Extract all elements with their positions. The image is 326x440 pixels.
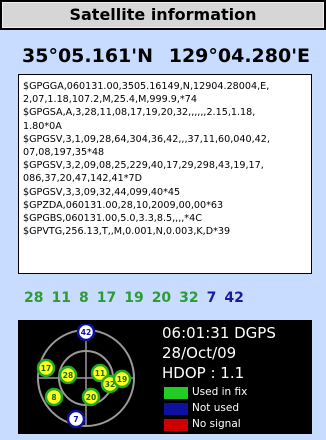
nmea-line: 07,08,197,35*48	[23, 147, 105, 159]
nmea-line: 2,07,1.18,107.2,M,25.4,M,999.9,*74	[23, 94, 197, 106]
satellite-marker-label: 17	[41, 364, 51, 373]
date-text: 28/Oct/09	[162, 344, 237, 362]
nmea-line: $GPGSV,3,1,09,28,64,304,36,42,,,37,11,60…	[23, 133, 270, 145]
satellite-info-window: Satellite information 35°05.161'N 129°04…	[0, 0, 326, 440]
satellite-marker-label: 28	[63, 371, 73, 380]
satellite-marker-label: 42	[81, 328, 91, 337]
satellite-id: 32	[179, 290, 199, 306]
satellite-marker-label: 20	[86, 393, 96, 402]
gps-status-panel: 42 17 28 11 32 19 8 20 7 06:01:31 DGPS 28/Oct/09…	[18, 320, 312, 434]
satellite-skyplot: 421728 1132198 207	[36, 324, 135, 429]
skyplot-satellite: 19	[112, 369, 132, 389]
satellite-id-list: 28 11 8 17 19 20 32 7 42	[24, 290, 252, 310]
nmea-line: $GPGSV,3,3,09,32,44,099,40*45	[23, 186, 181, 198]
nmea-line: $GPVTG,256.13,T,,M,0.001,N,0.003,K,D*39	[23, 226, 231, 238]
satellite-id: 20	[151, 290, 172, 306]
skyplot-satellite: 28	[58, 365, 78, 385]
position-readout: 35°05.161'N 129°04.280'E	[0, 40, 326, 70]
nmea-line: $GPZDA,060131.00,28,10,2009,00,00*63	[23, 199, 224, 211]
nmea-line: $GPGGA,060131.00,3505.16149,N,12904.2800…	[23, 81, 270, 92]
nmea-sentence-panel: $GPGGA,060131.00,3505.16149,N,12904.2800…	[18, 74, 312, 274]
legend-label: Used in fix	[192, 386, 248, 398]
satellite-id: 17	[96, 290, 117, 306]
legend-swatch	[164, 419, 188, 431]
satellite-marker-label: 19	[117, 375, 127, 384]
title-bar: Satellite information	[0, 0, 326, 30]
satellite-marker-label: 11	[95, 369, 105, 378]
legend-label: No signal	[192, 418, 241, 430]
satellite-id: 42	[224, 290, 244, 306]
legend-label: Not used	[192, 402, 239, 414]
hdop-text: HDOP : 1.1	[162, 364, 245, 382]
satellite-id: 19	[124, 290, 144, 306]
satellite-id: 7	[206, 290, 217, 306]
satellite-id: 11	[51, 290, 71, 306]
skyplot-satellite: 17	[36, 358, 56, 378]
nmea-line: $GPGBS,060131.00,5.0,3.3,8.5,,,,*4C	[23, 213, 202, 225]
nmea-line: 086,37,20,47,142,41*7D	[23, 173, 142, 185]
nmea-line: $GPGSV,3,2,09,08,25,229,40,17,29,298,43,…	[23, 160, 264, 172]
satellite-marker-label: 8	[51, 393, 56, 402]
skyplot-satellite: 8	[44, 387, 64, 407]
satellite-marker-label: 7	[73, 415, 78, 424]
legend-swatch	[164, 403, 188, 415]
longitude-value: 129°04.280'E	[168, 45, 310, 67]
window-title: Satellite information	[2, 2, 324, 28]
satellite-id: 28	[24, 290, 44, 306]
time-fix-text: 06:01:31 DGPS	[162, 324, 276, 342]
nmea-line: $GPGSA,A,3,28,11,08,17,19,20,32,,,,,,2.1…	[23, 107, 256, 119]
latitude-value: 35°05.161'N	[22, 45, 153, 67]
legend-swatch	[164, 387, 188, 399]
skyplot-satellite: 42	[76, 324, 96, 342]
nmea-line: 1.80*0A	[23, 120, 62, 132]
satellite-id: 8	[78, 290, 89, 306]
skyplot-satellite: 7	[66, 409, 86, 429]
skyplot-satellite: 20	[81, 387, 101, 407]
